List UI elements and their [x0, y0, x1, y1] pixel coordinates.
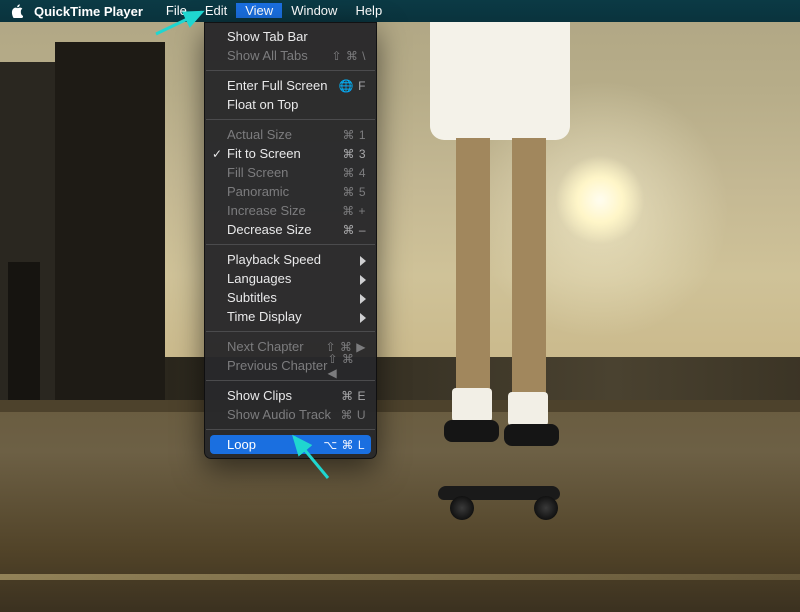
menu-item-label: Decrease Size	[227, 222, 342, 237]
menu-item-label: Fill Screen	[227, 165, 342, 180]
menu-separator	[206, 119, 375, 120]
menu-item-playback-speed[interactable]: Playback Speed	[205, 250, 376, 269]
menu-item-fill-screen: Fill Screen⌘ 4	[205, 163, 376, 182]
menubar-item-view[interactable]: View	[236, 3, 282, 18]
person-leg	[512, 138, 546, 398]
menu-item-shortcut: ⌘ 5	[342, 185, 366, 199]
menu-separator	[206, 331, 375, 332]
menu-item-decrease-size[interactable]: Decrease Size⌘ –	[205, 220, 376, 239]
menu-item-float-on-top[interactable]: Float on Top	[205, 95, 376, 114]
menu-item-label: Show Audio Track	[227, 407, 341, 422]
menu-item-label: Subtitles	[227, 290, 366, 305]
menu-item-previous-chapter: Previous Chapter⇧ ⌘ ◀	[205, 356, 376, 375]
menu-item-label: Show Tab Bar	[227, 29, 366, 44]
menu-separator	[206, 380, 375, 381]
menu-item-label: Time Display	[227, 309, 366, 324]
person-shoe	[444, 420, 499, 442]
menu-item-shortcut: ⌥ ⌘ L	[323, 438, 365, 452]
app-name[interactable]: QuickTime Player	[34, 4, 143, 19]
menu-item-shortcut: 🌐 F	[339, 79, 366, 93]
menu-item-increase-size: Increase Size⌘ +	[205, 201, 376, 220]
chevron-right-icon	[360, 311, 366, 321]
menu-item-actual-size: Actual Size⌘ 1	[205, 125, 376, 144]
menu-item-label: Enter Full Screen	[227, 78, 339, 93]
skateboard-wheel	[534, 496, 558, 520]
menu-item-languages[interactable]: Languages	[205, 269, 376, 288]
building	[55, 42, 165, 402]
view-menu-dropdown: Show Tab Bar Show All Tabs⇧ ⌘ \ Enter Full…	[204, 22, 377, 459]
menu-item-shortcut: ⌘ 4	[342, 166, 366, 180]
menu-separator	[206, 244, 375, 245]
menubar-item-window[interactable]: Window	[282, 3, 346, 18]
sun	[555, 155, 645, 245]
menu-item-shortcut: ⇧ ⌘ ◀	[327, 352, 366, 380]
road	[0, 412, 800, 612]
menu-separator	[206, 70, 375, 71]
menu-item-label: Actual Size	[227, 127, 342, 142]
menu-item-show-tab-bar[interactable]: Show Tab Bar	[205, 27, 376, 46]
building	[8, 262, 40, 402]
menu-item-label: Show All Tabs	[227, 48, 331, 63]
menu-item-time-display[interactable]: Time Display	[205, 307, 376, 326]
menu-item-shortcut: ⌘ 1	[342, 128, 366, 142]
menu-item-label: Next Chapter	[227, 339, 326, 354]
menubar-item-file[interactable]: File	[157, 3, 196, 18]
menu-separator	[206, 429, 375, 430]
menu-item-label: Playback Speed	[227, 252, 366, 267]
curb	[0, 400, 800, 412]
apple-menu-icon[interactable]	[10, 4, 24, 18]
menubar-item-help[interactable]: Help	[346, 3, 391, 18]
skateboard-wheel	[450, 496, 474, 520]
person-shoe	[504, 424, 559, 446]
check-icon: ✓	[212, 147, 222, 161]
menu-item-shortcut: ⌘ 3	[342, 147, 366, 161]
person-leg	[456, 138, 490, 393]
menu-item-loop[interactable]: Loop⌥ ⌘ L	[210, 435, 371, 454]
menubar: QuickTime Player FileEditViewWindowHelp	[0, 0, 800, 22]
menu-item-fit-to-screen[interactable]: ✓ Fit to Screen⌘ 3	[205, 144, 376, 163]
menu-item-label: Show Clips	[227, 388, 341, 403]
person-sock	[508, 392, 548, 426]
menu-item-show-all-tabs: Show All Tabs⇧ ⌘ \	[205, 46, 376, 65]
menu-item-shortcut: ⌘ –	[342, 223, 366, 237]
menu-item-shortcut: ⌘ +	[342, 204, 366, 218]
chevron-right-icon	[360, 273, 366, 283]
menu-item-subtitles[interactable]: Subtitles	[205, 288, 376, 307]
video-frame: QuickTime Player FileEditViewWindowHelp …	[0, 0, 800, 612]
menu-item-show-clips[interactable]: Show Clips⌘ E	[205, 386, 376, 405]
menu-item-label: Previous Chapter	[227, 358, 327, 373]
menu-item-label: Increase Size	[227, 203, 342, 218]
person-sock	[452, 388, 492, 422]
menu-item-label: Fit to Screen	[227, 146, 342, 161]
menu-item-shortcut: ⌘ U	[341, 408, 367, 422]
menu-item-shortcut: ⌘ E	[341, 389, 366, 403]
menu-item-label: Loop	[227, 437, 323, 452]
menu-item-panoramic: Panoramic⌘ 5	[205, 182, 376, 201]
chevron-right-icon	[360, 254, 366, 264]
chevron-right-icon	[360, 292, 366, 302]
menu-item-label: Languages	[227, 271, 366, 286]
road-marking	[0, 574, 800, 580]
menu-item-label: Float on Top	[227, 97, 366, 112]
menu-item-show-audio-track: Show Audio Track⌘ U	[205, 405, 376, 424]
menu-item-label: Panoramic	[227, 184, 342, 199]
menu-item-enter-full-screen[interactable]: Enter Full Screen🌐 F	[205, 76, 376, 95]
menubar-item-edit[interactable]: Edit	[196, 3, 236, 18]
menu-item-shortcut: ⇧ ⌘ \	[331, 49, 366, 63]
